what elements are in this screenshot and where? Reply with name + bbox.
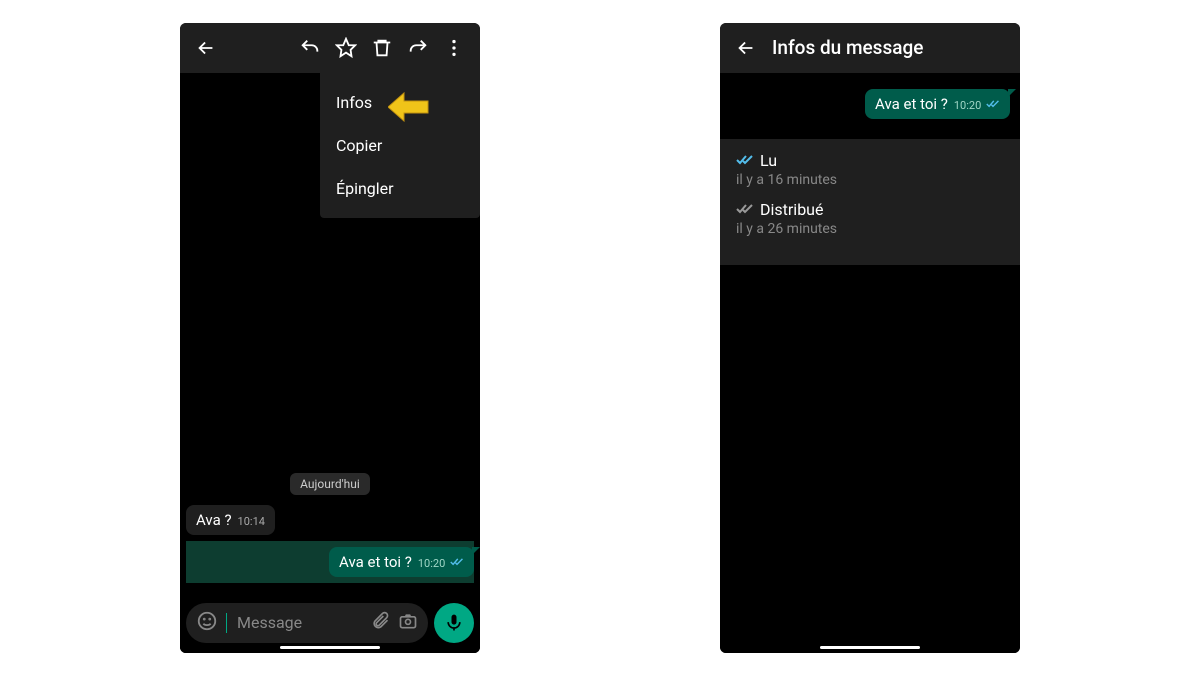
pointer-arrow-icon — [388, 91, 430, 127]
more-icon[interactable] — [436, 30, 472, 66]
attach-icon[interactable] — [370, 611, 390, 635]
outgoing-message-row[interactable]: Ava et toi ? 10:20 — [186, 541, 474, 583]
phone-info: Infos du message Ava et toi ? 10:20 — [720, 23, 1020, 653]
outgoing-bubble: Ava et toi ? 10:20 — [329, 547, 474, 577]
menu-item-epingler[interactable]: Épingler — [320, 167, 480, 210]
incoming-bubble: Ava ? 10:14 — [186, 505, 275, 535]
status-card: Lu il y a 16 minutes Distribué il y a 26… — [720, 139, 1020, 265]
back-button[interactable] — [188, 30, 224, 66]
text-cursor — [226, 613, 227, 633]
delivered-label: Distribué — [736, 200, 1004, 219]
outgoing-text: Ava et toi ? — [339, 553, 412, 571]
phone-chat: Infos Copier Épingler Aujourd'hui Ava ? … — [180, 23, 480, 653]
incoming-message-row[interactable]: Ava ? 10:14 — [186, 505, 474, 535]
double-check-icon — [986, 99, 1000, 112]
home-indicator — [280, 646, 380, 649]
read-check-icon — [736, 151, 754, 170]
chat-body: Infos Copier Épingler Aujourd'hui Ava ? … — [180, 73, 480, 653]
star-icon[interactable] — [328, 30, 364, 66]
double-check-icon — [450, 557, 464, 570]
incoming-text: Ava ? — [196, 511, 232, 529]
emoji-icon[interactable] — [196, 610, 218, 636]
delete-icon[interactable] — [364, 30, 400, 66]
page-title: Infos du message — [772, 36, 923, 59]
outgoing-time: 10:20 — [418, 557, 464, 570]
chat-topbar — [180, 23, 480, 73]
incoming-time: 10:14 — [238, 515, 265, 528]
info-message-area: Ava et toi ? 10:20 — [720, 73, 1020, 139]
back-button[interactable] — [728, 30, 764, 66]
info-msg-text: Ava et toi ? — [875, 95, 948, 113]
info-body: Ava et toi ? 10:20 Lu il y a 16 minutes — [720, 73, 1020, 653]
read-time: il y a 16 minutes — [736, 172, 1004, 188]
delivered-check-icon — [736, 200, 754, 219]
menu-item-copier[interactable]: Copier — [320, 124, 480, 167]
delivered-status-row: Distribué il y a 26 minutes — [736, 200, 1004, 237]
camera-icon[interactable] — [398, 611, 418, 635]
info-msg-time: 10:20 — [954, 99, 1000, 112]
mic-button[interactable] — [434, 603, 474, 643]
reply-icon[interactable] — [292, 30, 328, 66]
info-bubble: Ava et toi ? 10:20 — [865, 89, 1010, 119]
delivered-time: il y a 26 minutes — [736, 221, 1004, 237]
home-indicator — [820, 646, 920, 649]
read-status-row: Lu il y a 16 minutes — [736, 151, 1004, 188]
message-input[interactable]: Message — [186, 603, 428, 643]
forward-icon[interactable] — [400, 30, 436, 66]
input-placeholder: Message — [237, 613, 362, 632]
info-topbar: Infos du message — [720, 23, 1020, 73]
date-label: Aujourd'hui — [290, 473, 370, 495]
read-label: Lu — [736, 151, 1004, 170]
input-bar: Message — [180, 597, 480, 653]
